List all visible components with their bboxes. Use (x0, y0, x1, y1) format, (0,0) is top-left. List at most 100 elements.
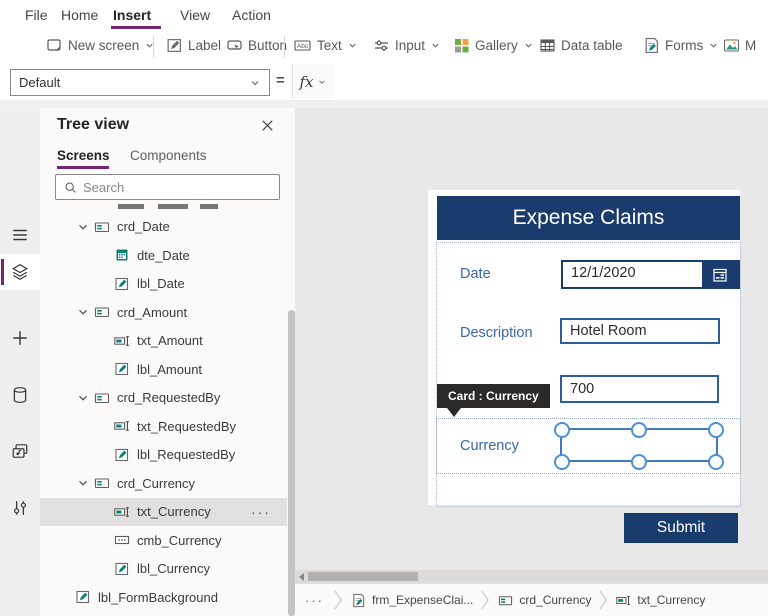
forms-dropdown[interactable]: Forms (643, 37, 719, 54)
search-input[interactable]: Search (55, 174, 280, 200)
text-input-icon (114, 504, 130, 520)
chevron-down-icon[interactable] (76, 476, 90, 490)
submit-button[interactable]: Submit (624, 513, 738, 543)
card-icon (94, 475, 110, 491)
tree-panel-scrollbar[interactable] (288, 310, 295, 616)
chevron-down-icon[interactable] (76, 305, 90, 319)
new-screen-icon (46, 37, 63, 54)
power-apps-studio-window: File Home Insert View Action New screen … (0, 0, 768, 616)
tree-item-crd_Currency[interactable]: crd_Currency (40, 469, 287, 498)
chevron-down-icon (430, 40, 441, 51)
text-icon (293, 37, 312, 54)
tooltip-pointer (447, 408, 461, 417)
currency-field-label[interactable]: Currency (460, 438, 519, 454)
input-dropdown[interactable]: Input (373, 37, 441, 54)
tree-item-lbl_FormBackground[interactable]: lbl_FormBackground (40, 583, 287, 612)
tree-item-txt_RequestedBy[interactable]: txt_RequestedBy (40, 412, 287, 441)
tab-components[interactable]: Components (130, 148, 207, 163)
scroll-left-arrow-icon[interactable] (299, 573, 304, 581)
tree-item-lbl_RequestedBy[interactable]: lbl_RequestedBy (40, 441, 287, 470)
tree-item-crd_Date[interactable]: crd_Date (40, 213, 287, 242)
tree-item-cmb_Currency[interactable]: cmb_Currency (40, 526, 287, 555)
gallery-dropdown[interactable]: Gallery (453, 37, 534, 54)
data-table-icon (539, 37, 556, 54)
close-icon[interactable] (260, 118, 275, 133)
advanced-tools-icon[interactable] (11, 499, 29, 517)
breadcrumb-overflow[interactable]: ··· (305, 593, 324, 608)
label-icon (114, 561, 130, 577)
menu-view[interactable]: View (180, 7, 210, 23)
form-title-bar[interactable]: Expense Claims (437, 196, 740, 240)
resize-handle-bottom-center[interactable] (631, 454, 647, 470)
date-value[interactable]: 12/1/2020 (563, 262, 702, 287)
left-navigation-rail (0, 108, 40, 616)
tree-view-icon[interactable] (11, 263, 29, 281)
tree-item-crd_Amount[interactable]: crd_Amount (40, 298, 287, 327)
calendar-button[interactable] (702, 262, 738, 287)
tree-item-crd_RequestedBy[interactable]: crd_RequestedBy (40, 384, 287, 413)
tree-item-txt_Amount[interactable]: txt_Amount (40, 327, 287, 356)
plus-icon[interactable] (11, 329, 29, 347)
breadcrumb-item-textinput[interactable]: txt_Currency (616, 593, 705, 608)
label-button[interactable]: Label (166, 37, 221, 54)
forms-icon (643, 37, 660, 54)
input-icon (373, 37, 390, 54)
button-button[interactable]: Button (226, 37, 287, 54)
date-field-label[interactable]: Date (460, 266, 491, 282)
search-icon (64, 181, 77, 194)
insert-ribbon: New screen Label Button Text Input Galle… (0, 30, 768, 65)
tab-screens[interactable]: Screens (57, 148, 110, 163)
menu-insert[interactable]: Insert (113, 7, 151, 23)
resize-handle-top-left[interactable] (554, 422, 570, 438)
chevron-down-icon (708, 40, 719, 51)
formula-input[interactable] (333, 64, 768, 99)
menu-bar: File Home Insert View Action (0, 0, 768, 31)
property-selector[interactable]: Default (10, 69, 270, 96)
new-screen-button[interactable]: New screen (46, 37, 155, 54)
toolbar-divider (284, 36, 285, 58)
more-options-icon[interactable]: ··· (251, 504, 271, 520)
label-icon (75, 589, 91, 605)
breadcrumb-item-form[interactable]: frm_ExpenseClai... (351, 593, 473, 608)
tree-item-list: crd_Date dte_Date lbl_Date crd_Amount tx… (40, 213, 287, 612)
label-icon (114, 447, 130, 463)
amount-input[interactable]: 700 (560, 375, 719, 403)
text-dropdown[interactable]: Text (293, 37, 358, 54)
tree-item-lbl_Amount[interactable]: lbl_Amount (40, 355, 287, 384)
label-icon (114, 276, 130, 292)
media-panel-icon[interactable] (11, 442, 29, 460)
breadcrumb-item-card[interactable]: crd_Currency (498, 593, 591, 608)
menu-home[interactable]: Home (61, 7, 98, 23)
gallery-icon (453, 37, 470, 54)
active-rail-indicator (1, 259, 4, 285)
tree-item-lbl_Currency[interactable]: lbl_Currency (40, 555, 287, 584)
tree-item-dte_Date[interactable]: dte_Date (40, 241, 287, 270)
horizontal-scrollbar-thumb[interactable] (308, 572, 418, 581)
hamburger-icon[interactable] (11, 226, 29, 244)
date-picker-icon (114, 247, 130, 263)
date-picker-field[interactable]: 12/1/2020 (561, 260, 740, 289)
tree-view-panel: Tree view Screens Components Search crd_… (40, 108, 295, 616)
media-dropdown[interactable]: M (723, 37, 756, 54)
menu-action[interactable]: Action (232, 7, 271, 23)
button-icon (226, 37, 243, 54)
tree-item-lbl_Date[interactable]: lbl_Date (40, 270, 287, 299)
description-input[interactable]: Hotel Room (560, 318, 720, 344)
tree-item-txt_Currency-selected[interactable]: txt_Currency ··· (40, 497, 287, 526)
resize-handle-top-right[interactable] (708, 422, 724, 438)
data-sources-icon[interactable] (11, 386, 29, 404)
workspace-divider-strip (0, 100, 768, 108)
fx-dropdown[interactable]: fx (292, 64, 334, 99)
resize-handle-top-center[interactable] (631, 422, 647, 438)
resize-handle-bottom-left[interactable] (554, 454, 570, 470)
combobox-icon (114, 532, 130, 548)
description-field-label[interactable]: Description (460, 325, 533, 341)
chevron-down-icon[interactable] (76, 391, 90, 405)
resize-handle-bottom-right[interactable] (708, 454, 724, 470)
data-table-button[interactable]: Data table (539, 37, 623, 54)
chevron-down-icon[interactable] (76, 220, 90, 234)
panel-title: Tree view (57, 116, 130, 133)
label-icon (166, 37, 183, 54)
app-canvas[interactable]: Expense Claims Date 12/1/2020 Descriptio… (295, 108, 768, 583)
menu-file[interactable]: File (25, 7, 48, 23)
